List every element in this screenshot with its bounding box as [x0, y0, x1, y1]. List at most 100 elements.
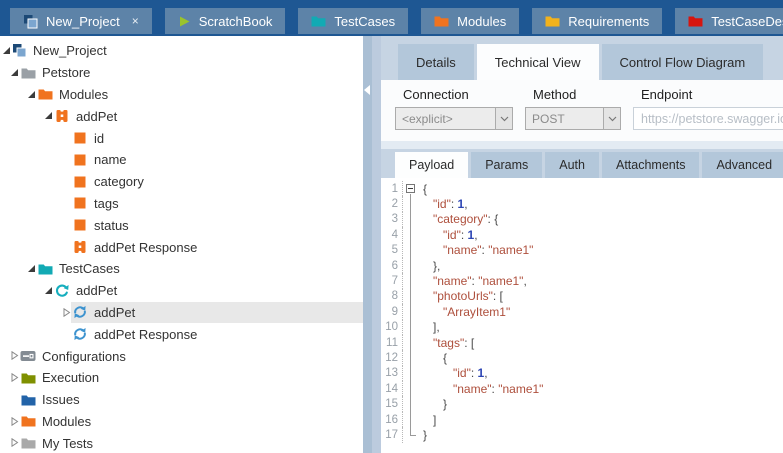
tree-expanded-arrow-icon[interactable]	[44, 286, 53, 295]
tree-collapsed-arrow-icon[interactable]	[10, 438, 19, 447]
panel-divider[interactable]	[363, 36, 372, 453]
editor-line[interactable]: 6},	[381, 258, 783, 273]
section-gap	[381, 141, 783, 149]
tree-item-tags[interactable]: tags	[0, 193, 363, 215]
tree-item-issues[interactable]: Issues	[0, 389, 363, 411]
tree-item-label: addPet	[76, 109, 117, 124]
payload-tab-attachments[interactable]: Attachments	[602, 152, 699, 178]
line-number: 3	[381, 212, 403, 227]
payload-tab-params[interactable]: Params	[471, 152, 542, 178]
tree-expanded-arrow-icon[interactable]	[10, 68, 19, 77]
editor-line[interactable]: 16]	[381, 412, 783, 427]
chevron-down-icon[interactable]	[603, 108, 620, 129]
editor-line[interactable]: 10],	[381, 320, 783, 335]
tree-row-body: addPet	[71, 302, 363, 324]
tree-collapsed-arrow-icon[interactable]	[10, 417, 19, 426]
tree-item-addpet-response[interactable]: addPet Response	[0, 236, 363, 258]
tree-item-category[interactable]: category	[0, 171, 363, 193]
editor-line[interactable]: 12{	[381, 350, 783, 365]
chevron-down-icon[interactable]	[495, 108, 512, 129]
tree-item-addpet[interactable]: addPet	[0, 105, 363, 127]
connection-select[interactable]: <explicit>	[395, 107, 513, 130]
editor-line[interactable]: 5"name": "name1"	[381, 243, 783, 258]
tree-row-body: Issues	[19, 389, 363, 411]
tab-modules[interactable]: Modules	[421, 8, 519, 34]
editor-line[interactable]: 14"name": "name1"	[381, 381, 783, 396]
tree-item-petstore[interactable]: Petstore	[0, 62, 363, 84]
editor-line[interactable]: 7"name": "name1",	[381, 273, 783, 288]
folder-icon	[19, 394, 37, 406]
project-tree: New_ProjectPetstoreModulesaddPetidnameca…	[0, 36, 363, 453]
tree-expanded-arrow-icon[interactable]	[44, 111, 53, 120]
editor-line[interactable]: 15}	[381, 396, 783, 411]
editor-line[interactable]: 9"ArrayItem1"	[381, 304, 783, 319]
view-tab-technical-view[interactable]: Technical View	[477, 44, 599, 80]
tab-scratchbook[interactable]: ScratchBook	[165, 8, 286, 34]
tab-new-project[interactable]: New_Project×	[10, 8, 152, 34]
tree-row-body: status	[71, 214, 363, 236]
editor-line[interactable]: 8"photoUrls": [	[381, 289, 783, 304]
payload-editor[interactable]: 1{2"id": 1,3"category": {4"id": 1,5"name…	[381, 178, 783, 453]
view-tab-control-flow-diagram[interactable]: Control Flow Diagram	[602, 44, 764, 80]
editor-line[interactable]: 4"id": 1,	[381, 227, 783, 242]
view-tab-details[interactable]: Details	[398, 44, 474, 80]
tree-item-id[interactable]: id	[0, 127, 363, 149]
tree-collapsed-arrow-icon[interactable]	[62, 308, 71, 317]
tree-expanded-arrow-icon[interactable]	[27, 90, 36, 99]
top-tab-bar: New_Project× ScratchBook TestCases Modules R…	[0, 0, 783, 36]
tree-row-body: addPet Response	[71, 236, 363, 258]
editor-line[interactable]: 11"tags": [	[381, 335, 783, 350]
editor-line[interactable]: 17}	[381, 427, 783, 442]
method-label: Method	[525, 87, 621, 102]
fold-guide	[403, 427, 420, 442]
code-text: {	[420, 182, 427, 196]
payload-tab-auth[interactable]: Auth	[545, 152, 599, 178]
code-text: "name": "name1"	[420, 243, 533, 257]
code-text: "name": "name1"	[420, 382, 543, 396]
collapse-panel-icon[interactable]	[364, 82, 371, 100]
tree-item-execution[interactable]: Execution	[0, 367, 363, 389]
tree-item-status[interactable]: status	[0, 214, 363, 236]
tab-testcases[interactable]: TestCases	[298, 8, 408, 34]
folder-icon	[19, 415, 37, 427]
code-text: "id": 1,	[420, 366, 488, 380]
code-text: ]	[420, 413, 436, 427]
tree-expanded-arrow-icon[interactable]	[27, 264, 36, 273]
payload-tab-advanced[interactable]: Advanced	[702, 152, 783, 178]
tab-requirements[interactable]: Requirements	[532, 8, 662, 34]
close-icon[interactable]: ×	[132, 14, 139, 28]
tree-item-label: Issues	[42, 392, 80, 407]
tree-collapsed-arrow-icon[interactable]	[10, 351, 19, 360]
tree-row-body: Modules	[36, 84, 363, 106]
fold-guide	[403, 381, 420, 396]
tree-item-addpet[interactable]: addPet	[0, 280, 363, 302]
tree-item-addpet-response[interactable]: addPet Response	[0, 323, 363, 345]
payload-tab-payload[interactable]: Payload	[395, 152, 468, 178]
fold-toggle-icon[interactable]	[403, 181, 420, 196]
tree-item-addpet[interactable]: addPet	[0, 302, 363, 324]
tree-item-new-project[interactable]: New_Project	[0, 40, 363, 62]
editor-line[interactable]: 13"id": 1,	[381, 366, 783, 381]
line-number: 7	[381, 273, 403, 288]
fold-collapse-icon[interactable]	[406, 184, 415, 193]
tree-item-modules[interactable]: Modules	[0, 84, 363, 106]
tree-collapsed-arrow-icon[interactable]	[10, 373, 19, 382]
editor-line[interactable]: 1{	[381, 181, 783, 196]
tree-row-body: TestCases	[36, 258, 363, 280]
fold-guide	[403, 289, 420, 304]
tree-item-name[interactable]: name	[0, 149, 363, 171]
tab-label: ScratchBook	[199, 14, 273, 29]
tab-testcasedesign[interactable]: TestCaseDesign	[675, 8, 783, 34]
project-icon	[10, 43, 28, 58]
field-icon	[71, 132, 89, 144]
tree-item-testcases[interactable]: TestCases	[0, 258, 363, 280]
method-select[interactable]: POST	[525, 107, 621, 130]
tree-item-modules[interactable]: Modules	[0, 411, 363, 433]
editor-line[interactable]: 3"category": {	[381, 212, 783, 227]
main-area: New_ProjectPetstoreModulesaddPetidnameca…	[0, 36, 783, 453]
tree-item-configurations[interactable]: Configurations	[0, 345, 363, 367]
folder-icon	[19, 67, 37, 79]
tree-item-my-tests[interactable]: My Tests	[0, 432, 363, 453]
editor-line[interactable]: 2"id": 1,	[381, 196, 783, 211]
endpoint-input[interactable]: https://petstore.swagger.io	[633, 107, 783, 130]
